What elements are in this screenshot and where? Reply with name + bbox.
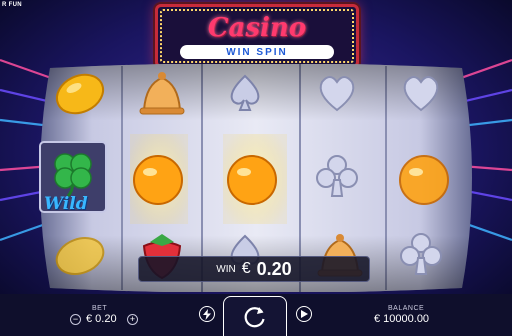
heart-icon bbox=[403, 76, 439, 112]
bet-label: BET bbox=[92, 305, 108, 312]
win-amount: 0.20 bbox=[256, 258, 292, 279]
orange-icon bbox=[227, 155, 277, 205]
logo-subtitle: WIN SPIN bbox=[180, 45, 334, 59]
spade-icon bbox=[230, 74, 260, 111]
orange-icon bbox=[399, 155, 449, 205]
reel-5-row-3 bbox=[396, 230, 460, 284]
bet-increase-button[interactable]: + bbox=[127, 314, 138, 325]
spin-arrow-icon bbox=[244, 307, 265, 328]
lightning-icon bbox=[203, 308, 211, 320]
bet-decrease-button[interactable]: − bbox=[70, 314, 81, 325]
autoplay-button[interactable] bbox=[296, 306, 312, 322]
lemon-icon bbox=[55, 73, 105, 115]
win-currency: € bbox=[241, 260, 251, 277]
reel-3-row-1 bbox=[220, 70, 284, 124]
reel-5-row-2 bbox=[396, 152, 460, 206]
reel-2-row-1 bbox=[134, 70, 198, 124]
play-icon bbox=[300, 310, 308, 318]
win-display: WIN € 0.20 bbox=[138, 256, 370, 282]
orange-icon bbox=[133, 155, 183, 205]
reel-1-row-3 bbox=[52, 232, 116, 286]
brand-label: R FUN bbox=[2, 2, 22, 8]
spin-button[interactable] bbox=[223, 296, 287, 336]
balance-label: BALANCE bbox=[388, 305, 425, 312]
reel-1-row-1 bbox=[52, 70, 116, 124]
balance-value: € 10000.00 bbox=[374, 313, 430, 325]
club-icon bbox=[316, 155, 358, 197]
logo-title: Casino bbox=[207, 13, 307, 43]
bell-icon bbox=[139, 72, 185, 115]
heart-icon bbox=[319, 76, 355, 112]
reel-5-row-1 bbox=[396, 70, 460, 124]
turbo-button[interactable] bbox=[199, 306, 215, 322]
win-label: WIN bbox=[216, 263, 236, 275]
reel-4-row-2 bbox=[312, 152, 376, 206]
reel-4-row-1 bbox=[312, 70, 376, 124]
bet-value: € 0.20 bbox=[86, 313, 117, 325]
club-icon bbox=[400, 233, 442, 275]
lemon-icon bbox=[55, 237, 105, 275]
reel-3-row-2 bbox=[224, 152, 288, 206]
game-logo: Casino WIN SPIN bbox=[155, 4, 359, 68]
reel-2-row-2 bbox=[130, 152, 194, 206]
wild-label: Wild bbox=[44, 194, 88, 214]
